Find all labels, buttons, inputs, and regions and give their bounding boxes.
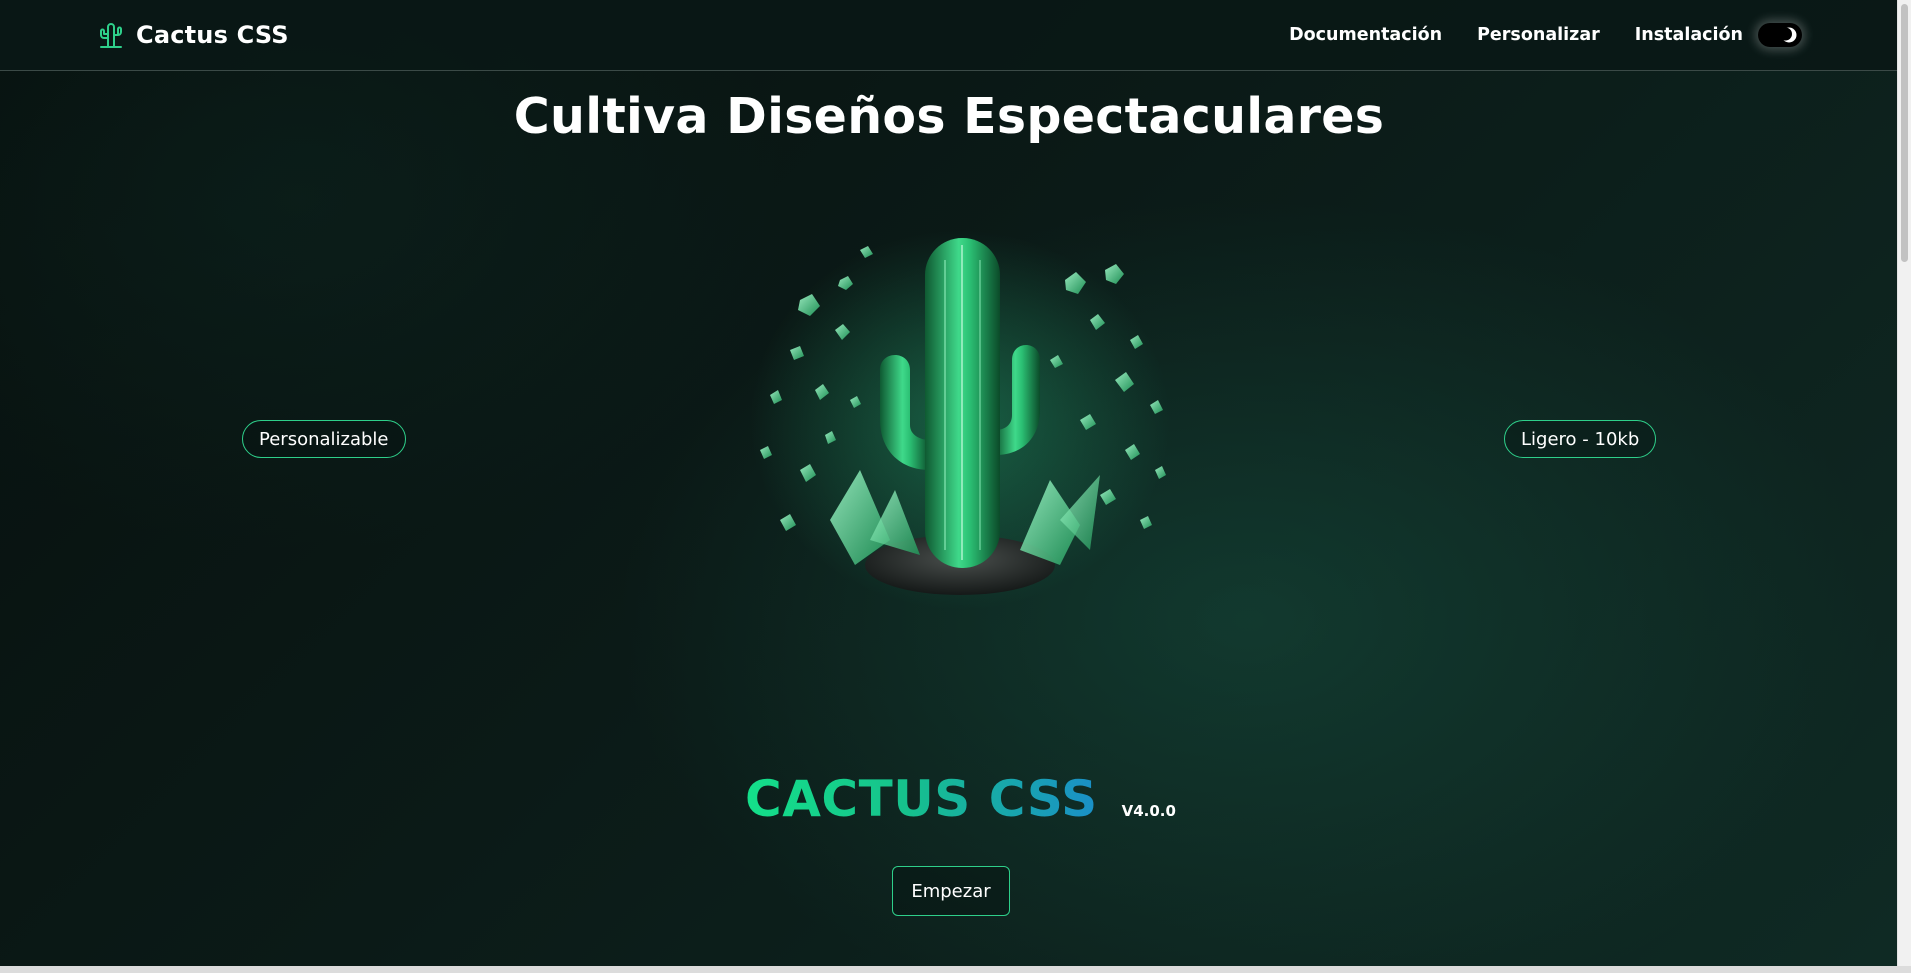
nav-link-instalacion[interactable]: Instalación <box>1635 25 1743 45</box>
crystal-cactus-illustration <box>750 230 1170 610</box>
navbar: Cactus CSS Documentación Personalizar In… <box>0 0 1898 71</box>
horizontal-scrollbar[interactable] <box>0 966 1911 973</box>
nav-link-documentacion[interactable]: Documentación <box>1289 25 1442 45</box>
vertical-scrollbar[interactable] <box>1897 0 1911 966</box>
theme-toggle[interactable] <box>1758 23 1802 47</box>
page-viewport: Cactus CSS Documentación Personalizar In… <box>0 0 1898 966</box>
cactus-icon <box>100 23 122 48</box>
feature-badge-ligero: Ligero - 10kb <box>1504 420 1657 458</box>
scrollbar-thumb[interactable] <box>1901 4 1908 262</box>
logo-wordmark: CACTUS CSS V4.0.0 <box>745 770 1176 828</box>
logo-text: CACTUS CSS <box>745 770 1098 828</box>
brand-link[interactable]: Cactus CSS <box>96 16 289 54</box>
version-label: V4.0.0 <box>1121 802 1176 820</box>
nav-links: Documentación Personalizar Instalación <box>1289 0 1802 70</box>
nav-link-personalizar[interactable]: Personalizar <box>1477 25 1600 45</box>
feature-badge-personalizable: Personalizable <box>242 420 406 458</box>
brand-name: Cactus CSS <box>136 21 289 49</box>
hero-title: Cultiva Diseños Espectaculares <box>513 88 1385 145</box>
start-button[interactable]: Empezar <box>892 866 1010 916</box>
moon-icon <box>1780 27 1797 43</box>
